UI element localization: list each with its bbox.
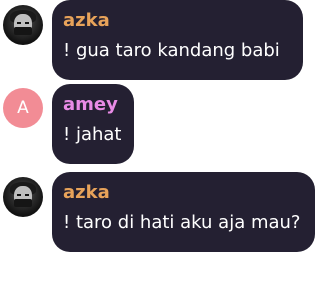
- message-text: ! jahat: [63, 124, 122, 145]
- user-avatar[interactable]: [3, 177, 43, 217]
- author-name[interactable]: azka: [63, 10, 110, 31]
- author-name[interactable]: amey: [63, 94, 118, 115]
- author-name[interactable]: azka: [63, 182, 110, 203]
- message-bubble[interactable]: azka ! taro di hati aku aja mau?: [52, 172, 315, 252]
- message-bubble[interactable]: amey ! jahat: [52, 84, 134, 164]
- message-bubble[interactable]: azka ! gua taro kandang babi: [52, 0, 303, 80]
- user-avatar[interactable]: A: [3, 88, 43, 128]
- message-text: ! taro di hati aku aja mau?: [63, 212, 301, 233]
- message-text: ! gua taro kandang babi: [63, 40, 280, 61]
- avatar-letter: A: [17, 98, 29, 118]
- user-avatar[interactable]: [3, 5, 43, 45]
